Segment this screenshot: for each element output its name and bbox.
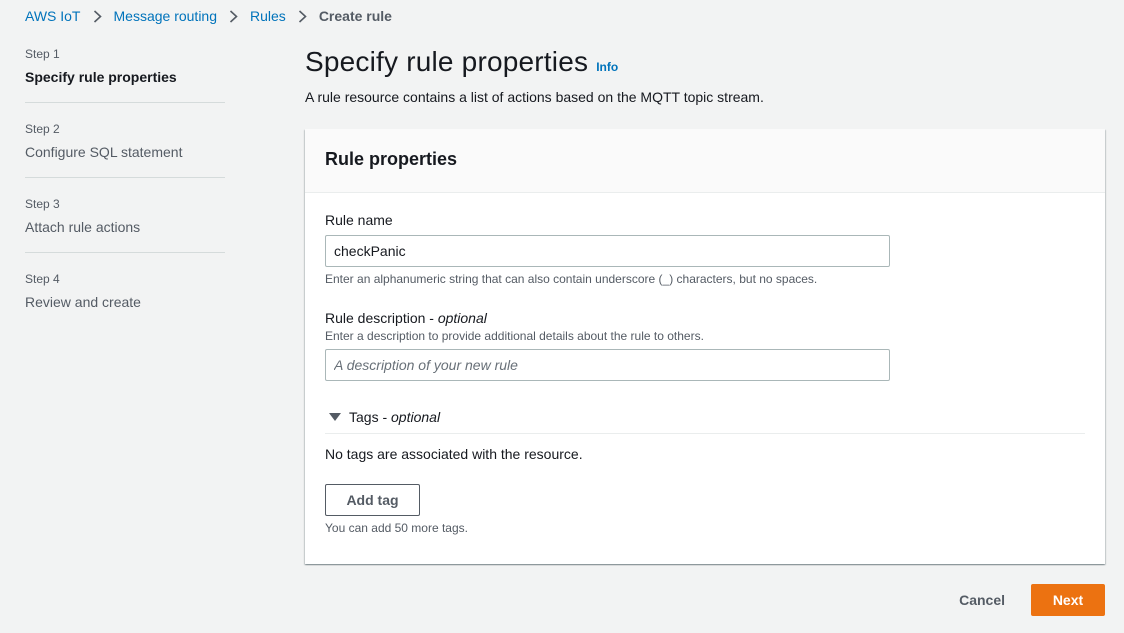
tags-label-text: Tags - — [349, 408, 392, 425]
step-label-review-create[interactable]: Review and create — [25, 294, 225, 311]
step-number: Step 4 — [25, 272, 60, 286]
step-label-specify-rule-properties: Specify rule properties — [25, 69, 177, 85]
rule-name-field: Rule name Enter an alphanumeric string t… — [325, 211, 1085, 286]
rule-description-input[interactable] — [325, 349, 890, 381]
step-number: Step 3 — [25, 197, 60, 211]
chevron-right-icon — [217, 9, 250, 23]
chevron-right-icon — [286, 9, 319, 23]
rule-name-input[interactable] — [325, 235, 890, 267]
tags-label: Tags - optional — [349, 409, 440, 425]
rule-description-field: Rule description - optional Enter a desc… — [325, 309, 1085, 381]
optional-marker: optional — [437, 310, 487, 326]
rule-name-constraint: Enter an alphanumeric string that can al… — [325, 272, 818, 286]
panel-title: Rule properties — [325, 149, 458, 169]
breadcrumb-current: Create rule — [318, 8, 392, 24]
breadcrumb-link-aws-iot[interactable]: AWS IoT — [25, 8, 81, 24]
rule-properties-panel: Rule properties Rule name Enter an alpha… — [305, 129, 1105, 564]
step-label-attach-actions[interactable]: Attach rule actions — [25, 219, 225, 236]
caret-down-icon — [329, 412, 341, 421]
wizard-actions: Cancel Next — [939, 584, 1105, 616]
wizard-step-4: Step 4 Review and create — [25, 269, 225, 327]
cancel-button[interactable]: Cancel — [939, 584, 1025, 616]
wizard-step-2: Step 2 Configure SQL statement — [25, 119, 225, 178]
rule-name-label: Rule name — [325, 212, 393, 228]
optional-marker: optional — [391, 408, 441, 425]
step-number: Step 2 — [25, 122, 60, 136]
tags-limit-hint: You can add 50 more tags. — [325, 521, 468, 535]
wizard-step-3: Step 3 Attach rule actions — [25, 194, 225, 253]
panel-header: Rule properties — [305, 129, 1105, 193]
rule-description-help: Enter a description to provide additiona… — [325, 329, 704, 343]
info-link[interactable]: Info — [596, 60, 618, 74]
breadcrumb: AWS IoT Message routing Rules Create rul… — [25, 6, 392, 26]
no-tags-message: No tags are associated with the resource… — [325, 446, 583, 462]
page-header: Specify rule properties Info — [305, 46, 618, 78]
next-button[interactable]: Next — [1031, 584, 1105, 616]
breadcrumb-link-message-routing[interactable]: Message routing — [114, 8, 218, 24]
rule-description-label: Rule description - optional — [325, 309, 1085, 327]
tags-expander[interactable]: Tags - optional — [325, 407, 1085, 434]
page-description: A rule resource contains a list of actio… — [305, 89, 764, 105]
tags-section: Tags - optional No tags are associated w… — [325, 407, 1085, 535]
rule-description-label-text: Rule description - — [325, 310, 438, 326]
step-label-configure-sql[interactable]: Configure SQL statement — [25, 144, 225, 161]
panel-body: Rule name Enter an alphanumeric string t… — [305, 193, 1105, 535]
page-title: Specify rule properties — [305, 46, 589, 77]
wizard-step-1: Step 1 Specify rule properties — [25, 44, 225, 103]
step-number: Step 1 — [25, 47, 60, 61]
chevron-right-icon — [81, 9, 114, 23]
breadcrumb-link-rules[interactable]: Rules — [250, 8, 286, 24]
wizard-steps-nav: Step 1 Specify rule properties Step 2 Co… — [25, 44, 225, 343]
add-tag-button[interactable]: Add tag — [325, 484, 420, 516]
